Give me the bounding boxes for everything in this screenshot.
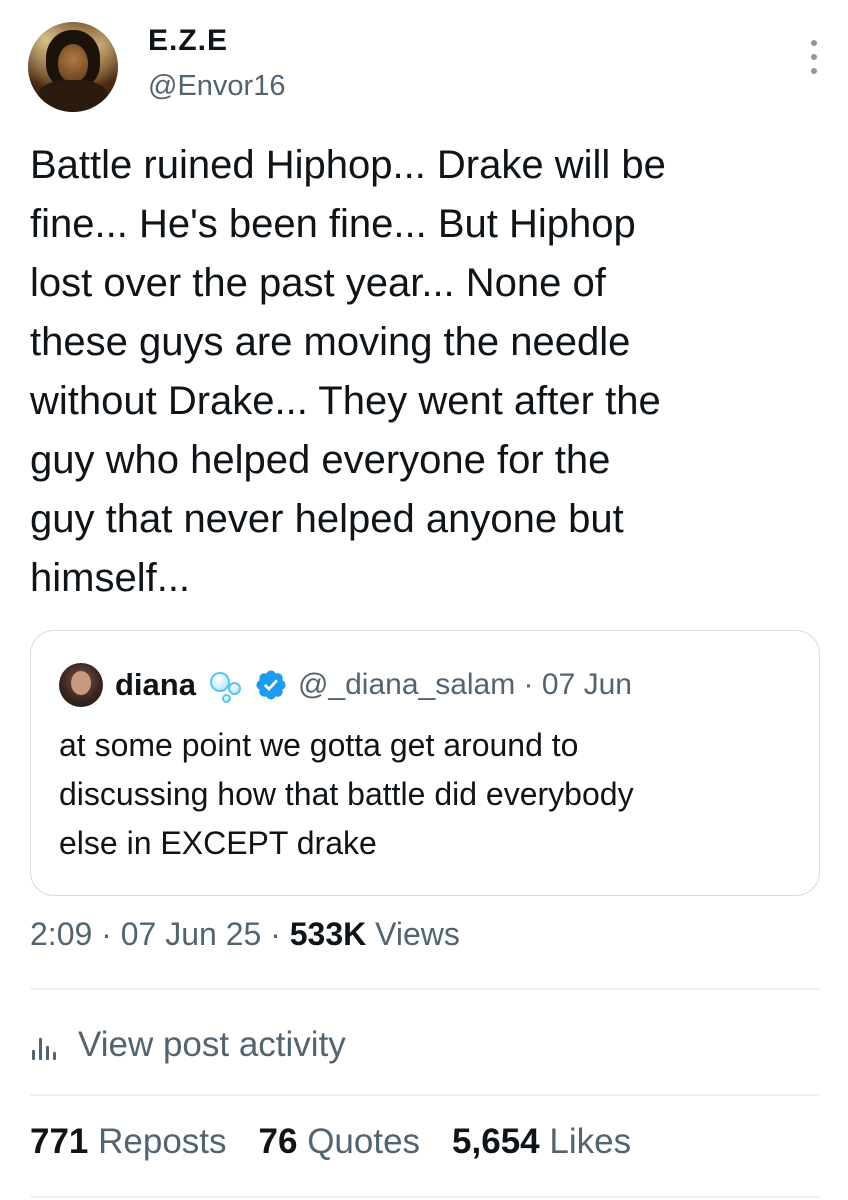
quoted-author-avatar [59, 663, 103, 707]
views-label: Views [366, 916, 460, 952]
quoted-post-text: at some point we gotta get around to dis… [59, 727, 634, 861]
post-time[interactable]: 2:09 [30, 916, 92, 952]
post-detail: E.Z.E @Envor16 Battle ruined Hiphop... D… [0, 0, 848, 1200]
post-text: Battle ruined Hiphop... Drake will be fi… [30, 143, 666, 600]
verified-badge-icon [256, 670, 286, 700]
quoted-post-card[interactable]: diana @_diana_salam · 07 Jun at some poi… [30, 630, 820, 896]
bubbles-emoji-icon [208, 666, 246, 704]
quoted-author-handle-time: @_diana_salam · 07 Jun [297, 668, 632, 701]
analytics-bars-icon [30, 1030, 64, 1060]
views-count: 533K [289, 916, 367, 952]
quoted-author-name: diana [115, 667, 196, 702]
likes-stat[interactable]: 5,654 Likes [452, 1122, 631, 1162]
post-header: E.Z.E @Envor16 [28, 22, 820, 114]
quotes-stat[interactable]: 76 Quotes [259, 1122, 421, 1162]
divider [30, 1094, 820, 1096]
post-metadata: 2:09 · 07 Jun 25 · 533K Views [30, 916, 460, 952]
divider [30, 1196, 820, 1198]
view-post-activity-link[interactable]: View post activity [30, 1022, 346, 1068]
more-options-icon[interactable] [808, 40, 820, 74]
reposts-stat[interactable]: 771 Reposts [30, 1122, 227, 1162]
author-name[interactable]: E.Z.E [148, 24, 228, 58]
quoted-post-header: diana @_diana_salam · 07 Jun [59, 663, 799, 707]
author-avatar[interactable] [28, 22, 118, 112]
engagement-stats: 771 Reposts 76 Quotes 5,654 Likes [30, 1122, 663, 1162]
view-post-activity-label: View post activity [78, 1025, 346, 1064]
author-handle[interactable]: @Envor16 [148, 70, 285, 103]
post-date[interactable]: 07 Jun 25 [121, 916, 262, 952]
divider [30, 988, 820, 990]
